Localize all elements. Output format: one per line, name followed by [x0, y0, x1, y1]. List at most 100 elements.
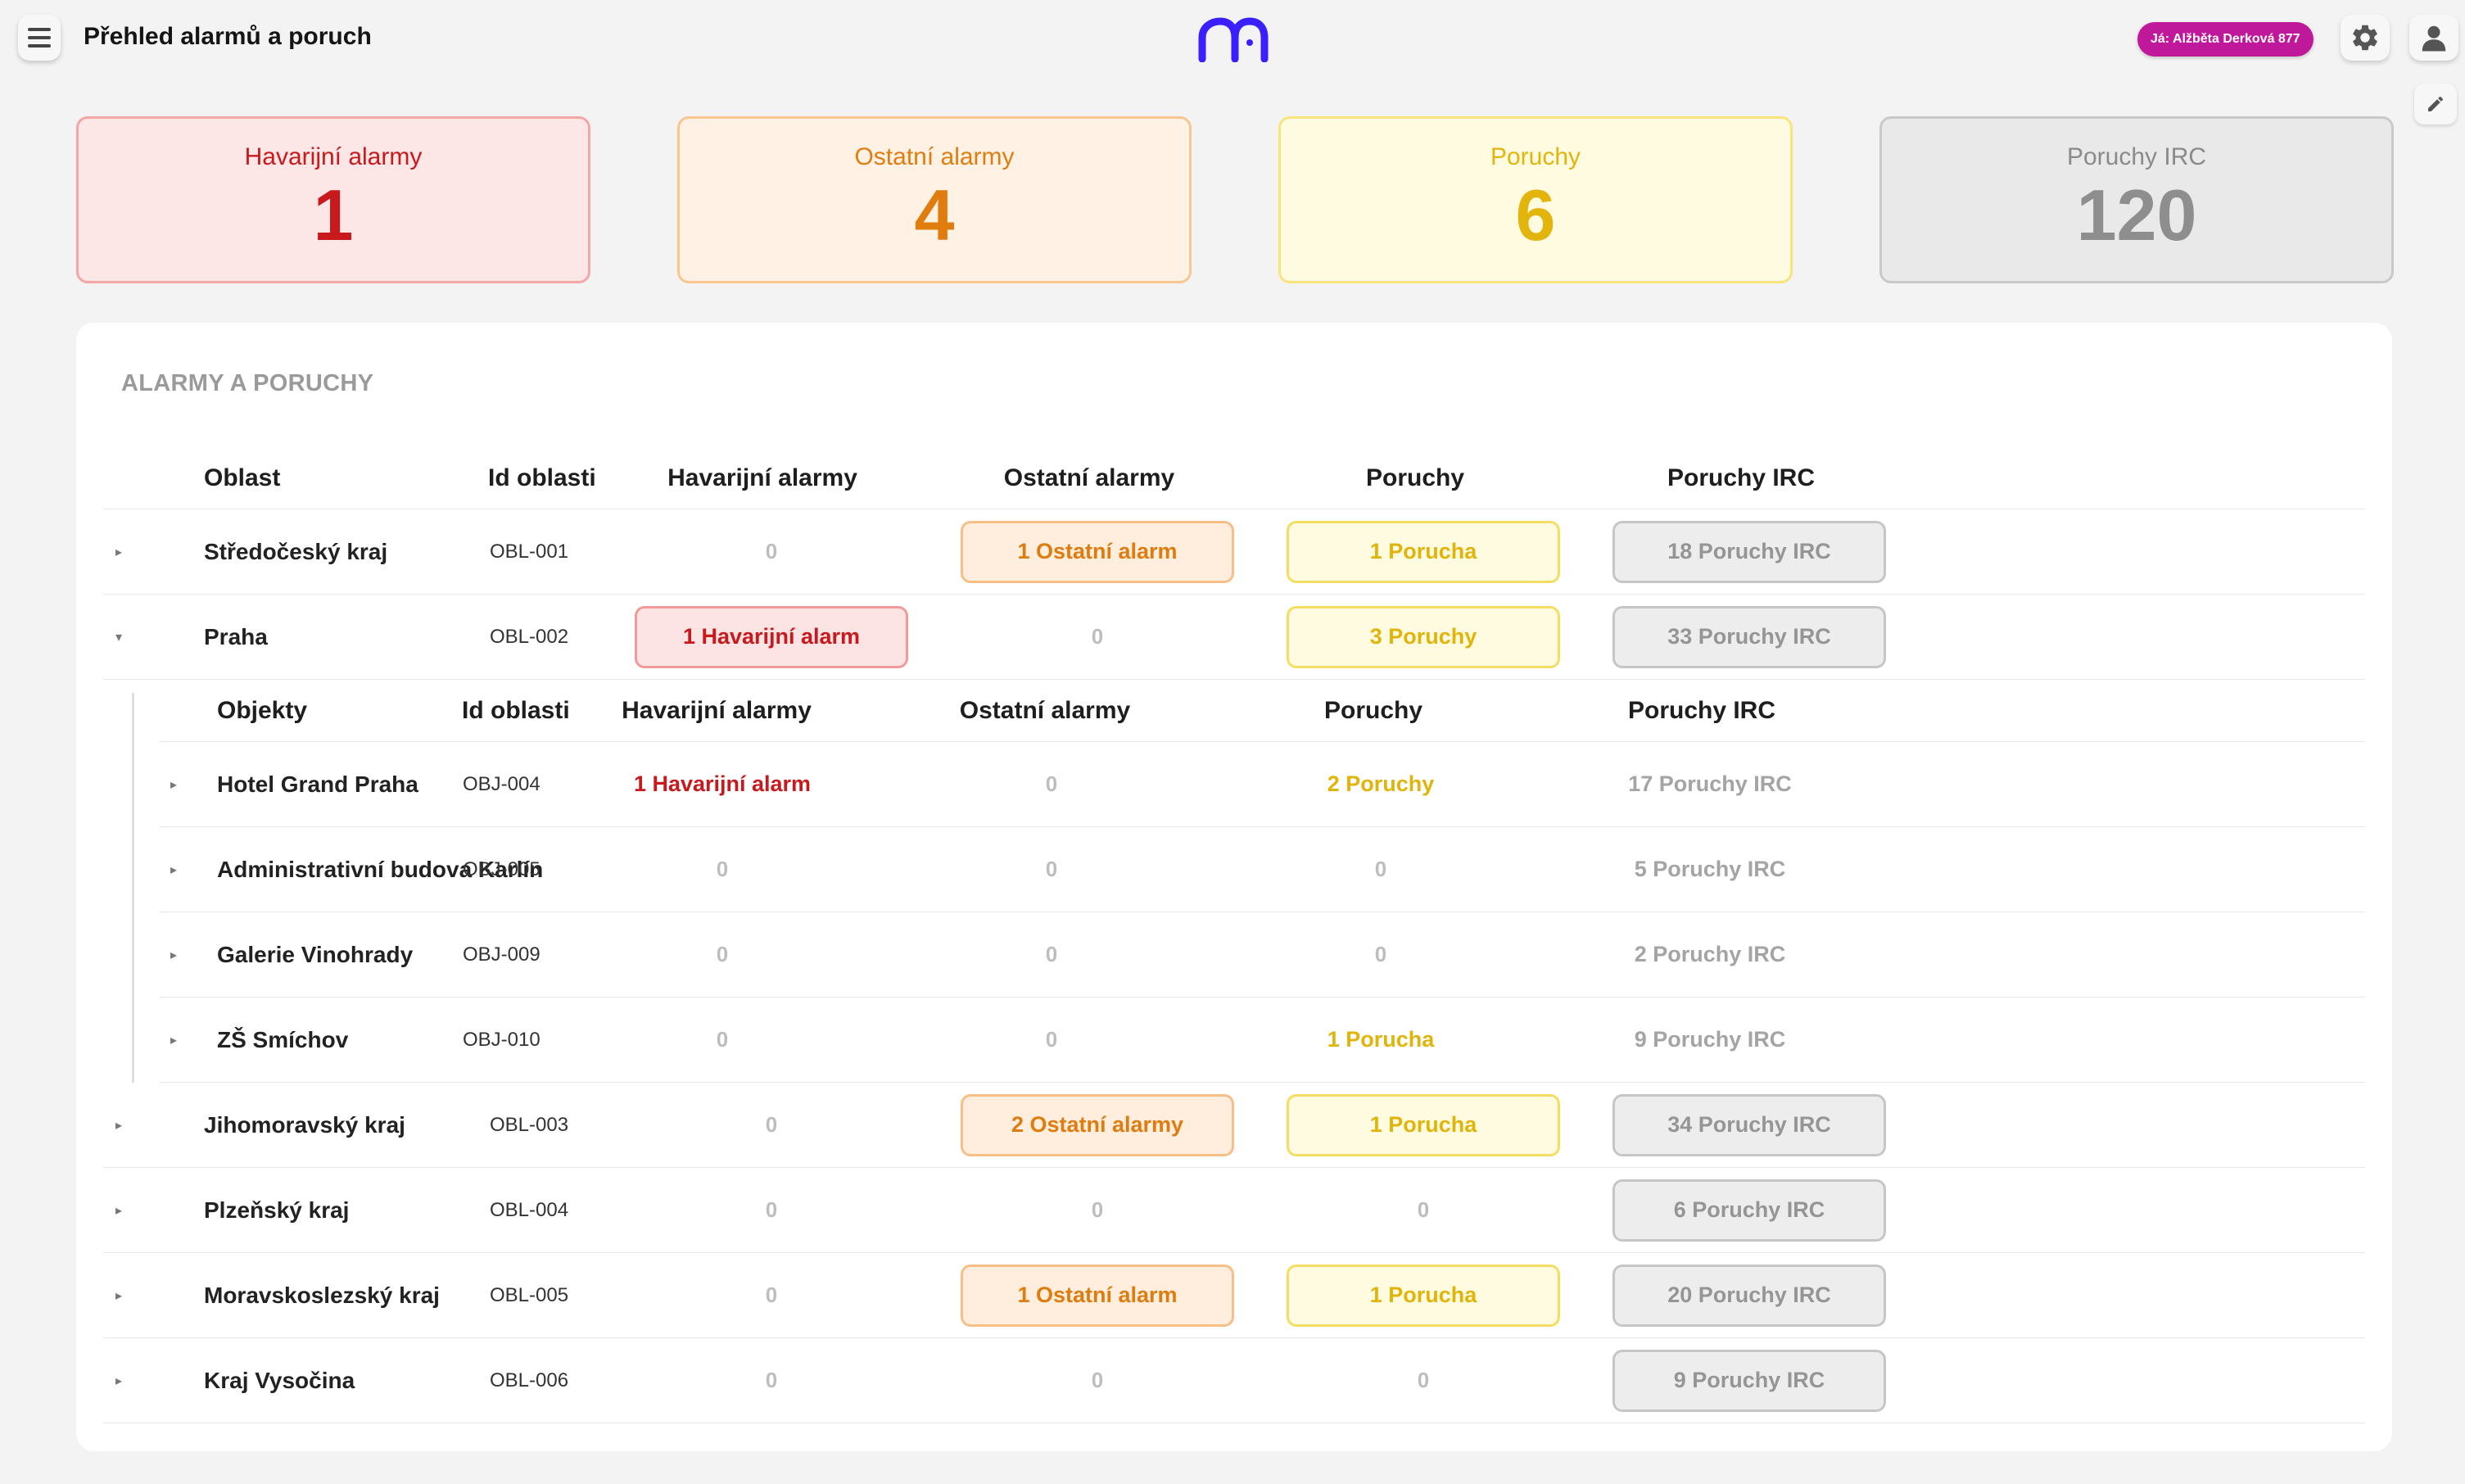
irc-faults-card[interactable]: Poruchy IRC 120: [1879, 116, 2394, 283]
object-row[interactable]: ▸ ZŠ Smíchov OBJ-010 0 0 1 Porucha 9 Por…: [159, 998, 2365, 1083]
column-header: Ostatní alarmy: [959, 696, 1131, 724]
other-alarm-pill[interactable]: 1 Ostatní alarm: [961, 1264, 1234, 1327]
table-row[interactable]: ▸ Jihomoravský kraj OBL-003 0 2 Ostatní …: [103, 1083, 2365, 1168]
card-label: Poruchy IRC: [2066, 143, 2207, 170]
page-title: Přehled alarmů a poruch: [84, 23, 372, 50]
expand-toggle[interactable]: ▸: [115, 1253, 148, 1337]
nested-indent-line: [132, 693, 134, 1083]
object-id: OBJ-005: [463, 857, 540, 880]
card-label: Ostatní alarmy: [854, 143, 1015, 170]
user-badge[interactable]: Já: Alžběta Derková 877: [2137, 22, 2313, 57]
emergency-count: 0: [716, 1027, 729, 1052]
column-header: Poruchy: [1365, 464, 1465, 491]
fault-count: 0: [1374, 942, 1387, 966]
object-name: Hotel Grand Praha: [217, 771, 418, 797]
other-count: 0: [1091, 1197, 1104, 1222]
expand-toggle[interactable]: ▸: [170, 998, 203, 1082]
other-count: 0: [1091, 1368, 1104, 1392]
expand-toggle[interactable]: ▸: [115, 1168, 148, 1252]
emergency-count: 0: [716, 942, 729, 966]
chevron-right-icon: ▸: [115, 1203, 123, 1218]
menu-button[interactable]: [18, 15, 61, 61]
table-row[interactable]: ▸ Moravskoslezský kraj OBL-005 0 1 Ostat…: [103, 1253, 2365, 1338]
chevron-right-icon: ▸: [170, 948, 178, 962]
table-header: Oblast Id oblasti Havarijní alarmy Ostat…: [103, 447, 2365, 509]
emergency-count: 0: [765, 539, 778, 563]
irc-fault-count[interactable]: 5 Poruchy IRC: [1635, 857, 1786, 882]
region-name: Středočeský kraj: [204, 538, 388, 564]
emergency-alarms-card[interactable]: Havarijní alarmy 1: [76, 116, 590, 283]
column-header: Poruchy IRC: [1667, 464, 1816, 491]
fault-pill[interactable]: 1 Porucha: [1287, 520, 1560, 583]
fault-count[interactable]: 1 Porucha: [1327, 1027, 1435, 1052]
irc-fault-pill[interactable]: 20 Poruchy IRC: [1612, 1264, 1886, 1327]
fault-count: 0: [1417, 1197, 1430, 1222]
top-bar: Přehled alarmů a poruch Já: Alžběta Derk…: [0, 0, 2465, 79]
object-row[interactable]: ▸ Administrativní budova Karlín OBJ-005 …: [159, 827, 2365, 912]
gear-icon: [2353, 25, 2377, 51]
expand-toggle[interactable]: ▸: [115, 509, 148, 594]
expand-toggle[interactable]: ▸: [115, 1083, 148, 1167]
region-id: OBL-002: [490, 625, 569, 648]
object-id: OBJ-009: [463, 943, 540, 966]
irc-fault-pill[interactable]: 6 Poruchy IRC: [1612, 1179, 1886, 1242]
other-alarms-card[interactable]: Ostatní alarmy 4: [677, 116, 1192, 283]
chevron-right-icon: ▸: [115, 1118, 123, 1133]
emergency-count: 0: [765, 1283, 778, 1307]
object-row[interactable]: ▸ Galerie Vinohrady OBJ-009 0 0 0 2 Poru…: [159, 912, 2365, 998]
faults-card[interactable]: Poruchy 6: [1278, 116, 1793, 283]
settings-button[interactable]: [2341, 15, 2390, 61]
irc-fault-count[interactable]: 17 Poruchy IRC: [1628, 771, 1792, 797]
card-label: Poruchy: [1490, 143, 1581, 170]
emergency-alarm-pill[interactable]: 1 Havarijní alarm: [635, 605, 908, 668]
column-header: Poruchy IRC: [1627, 696, 1776, 724]
brand-logo[interactable]: [1196, 15, 1269, 62]
table-row[interactable]: ▸ Plzeňský kraj OBL-004 0 0 0 6 Poruchy …: [103, 1168, 2365, 1253]
chevron-right-icon: ▸: [115, 1373, 123, 1388]
card-value: 4: [914, 174, 955, 256]
expand-toggle[interactable]: ▸: [115, 1338, 148, 1423]
irc-fault-pill[interactable]: 18 Poruchy IRC: [1612, 520, 1886, 583]
object-row[interactable]: ▸ Hotel Grand Praha OBJ-004 1 Havarijní …: [159, 742, 2365, 827]
object-name: ZŠ Smíchov: [217, 1026, 349, 1052]
emergency-count[interactable]: 1 Havarijní alarm: [634, 771, 811, 797]
other-alarm-pill[interactable]: 2 Ostatní alarmy: [961, 1093, 1234, 1156]
irc-fault-count[interactable]: 2 Poruchy IRC: [1635, 942, 1786, 967]
card-label: Havarijní alarmy: [244, 143, 423, 170]
irc-fault-pill[interactable]: 34 Poruchy IRC: [1612, 1093, 1886, 1156]
column-header: Ostatní alarmy: [1003, 464, 1175, 491]
collapse-toggle[interactable]: ▾: [115, 595, 148, 679]
table-row[interactable]: ▾ Praha OBL-002 1 Havarijní alarm 0 3 Po…: [103, 595, 2365, 680]
expand-toggle[interactable]: ▸: [170, 912, 203, 997]
edit-button[interactable]: [2414, 84, 2457, 124]
card-value: 6: [1515, 174, 1556, 256]
table-row[interactable]: ▸ Kraj Vysočina OBL-006 0 0 0 9 Poruchy …: [103, 1338, 2365, 1423]
region-name: Plzeňský kraj: [204, 1197, 350, 1223]
region-name: Praha: [204, 623, 268, 649]
emergency-count: 0: [765, 1112, 778, 1137]
expand-toggle[interactable]: ▸: [170, 742, 203, 826]
emergency-count: 0: [765, 1197, 778, 1222]
irc-fault-pill[interactable]: 9 Poruchy IRC: [1612, 1349, 1886, 1412]
irc-fault-count[interactable]: 9 Poruchy IRC: [1635, 1027, 1786, 1052]
chevron-right-icon: ▸: [170, 862, 178, 877]
card-value: 1: [313, 174, 354, 256]
fault-pill[interactable]: 1 Porucha: [1287, 1264, 1560, 1327]
other-alarm-pill[interactable]: 1 Ostatní alarm: [961, 520, 1234, 583]
chevron-right-icon: ▸: [170, 1033, 178, 1047]
other-count: 0: [1045, 942, 1058, 966]
column-header: Havarijní alarmy: [622, 696, 812, 724]
column-header: Objekty: [217, 696, 308, 724]
fault-pill[interactable]: 1 Porucha: [1287, 1093, 1560, 1156]
expand-toggle[interactable]: ▸: [170, 827, 203, 912]
table-row[interactable]: ▸ Středočeský kraj OBL-001 0 1 Ostatní a…: [103, 509, 2365, 595]
other-count: 0: [1091, 624, 1104, 649]
other-count: 0: [1045, 771, 1058, 796]
fault-count[interactable]: 2 Poruchy: [1327, 771, 1435, 797]
account-button[interactable]: [2409, 15, 2458, 61]
fault-pill[interactable]: 3 Poruchy: [1287, 605, 1560, 668]
object-name: Galerie Vinohrady: [217, 941, 414, 967]
fault-count: 0: [1374, 857, 1387, 881]
subtable-header: Objekty Id oblasti Havarijní alarmy Osta…: [159, 680, 2365, 742]
irc-fault-pill[interactable]: 33 Poruchy IRC: [1612, 605, 1886, 668]
